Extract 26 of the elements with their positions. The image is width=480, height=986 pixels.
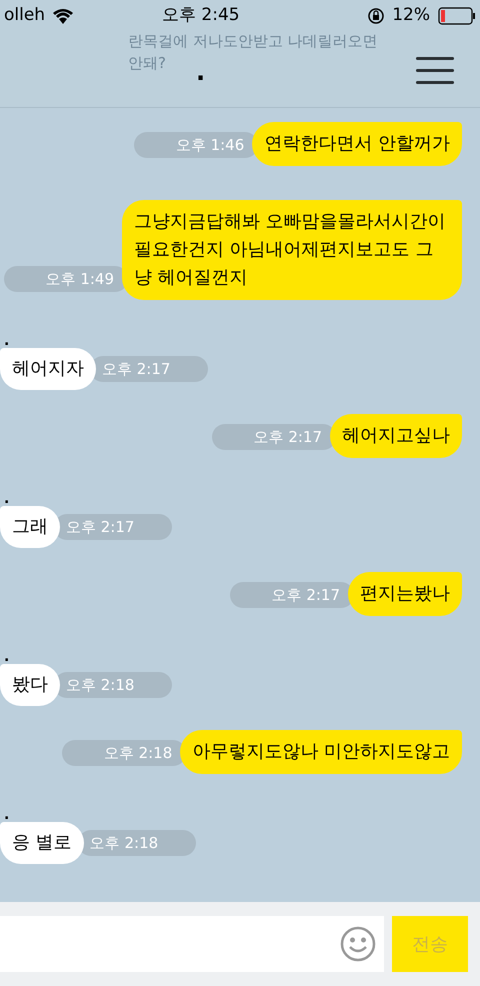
rotation-lock-icon <box>368 8 384 24</box>
clock-time: 오후 2:45 <box>162 4 240 28</box>
message-bubble: 연락한다면서 안할꺼가 <box>252 122 462 166</box>
notification-text: 란목걸에 저나도안받고 나데릴러오면 <box>128 31 378 52</box>
message-bubble: 응 별로 <box>0 822 84 864</box>
message-bubble: 봤다 <box>0 664 60 706</box>
message-bubble: 그래 <box>0 506 60 548</box>
wifi-icon <box>53 8 74 24</box>
message-bubble: 편지는봤나 <box>348 572 462 616</box>
message-bubble: 헤어지고싶나 <box>330 414 462 458</box>
message-input-field[interactable] <box>0 916 384 972</box>
sender-name: . <box>3 334 10 348</box>
smiley-icon[interactable] <box>340 926 376 962</box>
chat-title: . <box>196 57 206 88</box>
sender-name: . <box>3 492 10 506</box>
carrier-name: olleh <box>4 4 46 28</box>
send-button[interactable]: 전송 <box>392 916 468 972</box>
notification-text: 안돼? <box>128 53 166 74</box>
message-bubble: 그냥지금답해봐 오빠맘을몰라서시간이 필요한건지 아님내어제편지보고도 그냥 헤어질껀지 <box>122 200 462 300</box>
menu-icon[interactable] <box>416 56 454 86</box>
battery-icon <box>438 7 476 25</box>
sender-name: . <box>3 808 10 822</box>
message-bubble: 아무렇지도않나 미안하지도않고 <box>180 730 462 774</box>
message-bubble: 헤어지자 <box>0 348 96 390</box>
sender-name: . <box>3 650 10 664</box>
battery-percent: 12% <box>392 4 430 28</box>
